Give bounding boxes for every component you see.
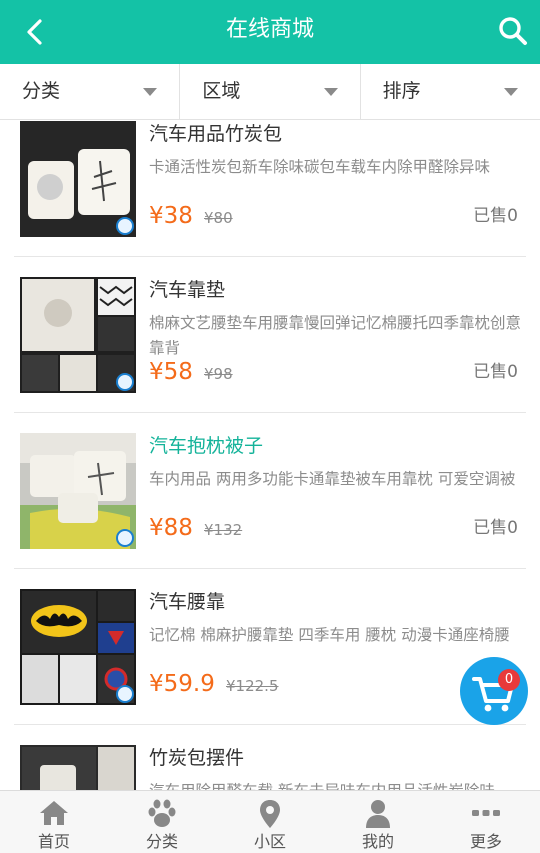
- caret-down-icon: [323, 88, 338, 96]
- brand-badge: [116, 217, 134, 235]
- product-original-price: ¥80: [204, 209, 233, 227]
- user-icon: [366, 800, 390, 828]
- cart-count-badge: 0: [498, 669, 520, 691]
- product-description: 棉麻文艺腰垫车用腰靠慢回弹记忆棉腰托四季靠枕创意靠背: [149, 314, 522, 357]
- tab-label: 小区: [253, 832, 286, 851]
- paw-icon: [148, 799, 176, 827]
- product-original-price: ¥132: [204, 521, 243, 539]
- product-item[interactable]: 竹炭包摆件 汽车用除甲醛车载 新车去异味车内用品活性炭除味: [14, 725, 526, 790]
- filter-label: 排序: [382, 80, 421, 102]
- floating-cart-button[interactable]: 0: [460, 657, 528, 725]
- sold-count: 已售0: [473, 206, 518, 226]
- caret-down-icon: [503, 88, 518, 96]
- product-original-price: ¥98: [204, 365, 233, 383]
- product-item[interactable]: 汽车用品竹炭包 卡通活性炭包新车除味碳包车载车内除甲醛除异味 ¥38 ¥80 已…: [14, 121, 526, 257]
- product-image: [20, 745, 136, 790]
- tab-mine[interactable]: 我的: [324, 791, 432, 853]
- page-title: 在线商城: [225, 17, 314, 42]
- tab-category[interactable]: 分类: [108, 791, 216, 853]
- more-icon: [472, 810, 500, 816]
- product-image: [20, 121, 136, 237]
- product-name: 汽车靠垫: [149, 279, 226, 301]
- caret-down-icon: [143, 88, 158, 96]
- top-bar: 在线商城: [0, 0, 540, 64]
- product-original-price: ¥122.5: [226, 677, 279, 695]
- search-icon: [499, 17, 527, 45]
- filter-label: 区域: [202, 80, 241, 102]
- filter-bar: 分类 区域 排序: [0, 64, 540, 120]
- product-price: ¥59.9: [149, 671, 215, 697]
- tab-label: 我的: [361, 832, 394, 851]
- product-image: [20, 277, 136, 393]
- product-price: ¥38: [149, 203, 193, 229]
- product-list: 汽车用品竹炭包 卡通活性炭包新车除味碳包车载车内除甲醛除异味 ¥38 ¥80 已…: [0, 121, 540, 790]
- tab-label: 更多: [469, 832, 502, 851]
- sold-count: 已售0: [473, 362, 518, 382]
- product-item[interactable]: 汽车靠垫 棉麻文艺腰垫车用腰靠慢回弹记忆棉腰托四季靠枕创意靠背 ¥58 ¥98 …: [14, 257, 526, 413]
- product-item[interactable]: 汽车抱枕被子 车内用品 两用多功能卡通靠垫被车用靠枕 可爱空调被 ¥88 ¥13…: [14, 413, 526, 569]
- product-description: 汽车用除甲醛车载 新车去异味车内用品活性炭除味: [149, 779, 523, 790]
- product-name: 竹炭包摆件: [149, 747, 245, 769]
- brand-badge: [116, 373, 134, 391]
- shopping-cart-icon: [472, 677, 514, 712]
- sold-count: 已售0: [473, 518, 518, 538]
- bottom-tab-bar: 首页 分类 小区 我的 更多: [0, 790, 540, 853]
- filter-sort-dropdown[interactable]: 排序: [361, 64, 540, 119]
- brand-badge: [116, 529, 134, 547]
- product-price: ¥88: [149, 515, 193, 541]
- filter-category-dropdown[interactable]: 分类: [0, 64, 181, 119]
- product-description: 车内用品 两用多功能卡通靠垫被车用靠枕 可爱空调被: [149, 470, 516, 488]
- product-item[interactable]: 汽车腰靠 记忆棉 棉麻护腰靠垫 四季车用 腰枕 动漫卡通座椅腰 ¥59.9 ¥1…: [14, 569, 526, 725]
- location-pin-icon: [260, 800, 280, 828]
- filter-label: 分类: [22, 80, 61, 102]
- tab-more[interactable]: 更多: [432, 791, 540, 853]
- search-button[interactable]: [496, 14, 530, 48]
- brand-badge: [116, 685, 134, 703]
- product-image: [20, 589, 136, 705]
- tab-label: 首页: [37, 832, 70, 851]
- product-price: ¥58: [149, 359, 193, 385]
- product-description: 卡通活性炭包新车除味碳包车载车内除甲醛除异味: [149, 158, 491, 176]
- product-name: 汽车用品竹炭包: [149, 123, 283, 145]
- home-icon: [40, 801, 68, 825]
- tab-home[interactable]: 首页: [0, 791, 108, 853]
- tab-community[interactable]: 小区: [216, 791, 324, 853]
- product-name: 汽车抱枕被子: [149, 435, 264, 457]
- product-image: [20, 433, 136, 549]
- filter-region-dropdown[interactable]: 区域: [180, 64, 361, 119]
- product-name: 汽车腰靠: [149, 591, 226, 613]
- product-description: 记忆棉 棉麻护腰靠垫 四季车用 腰枕 动漫卡通座椅腰: [149, 626, 510, 644]
- tab-label: 分类: [145, 832, 178, 851]
